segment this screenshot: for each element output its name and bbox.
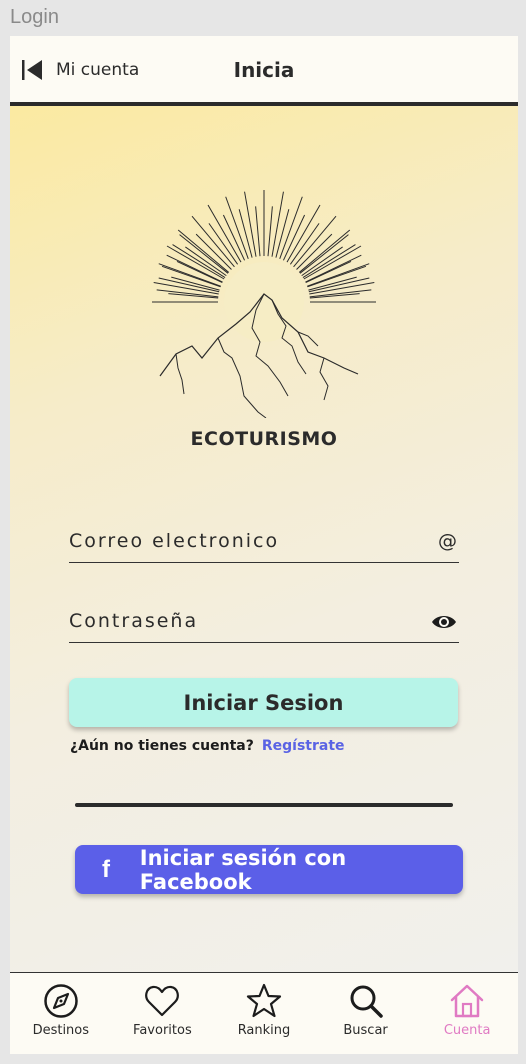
- facebook-login-button[interactable]: f Iniciar sesión con Facebook: [75, 845, 463, 894]
- ecoturismo-logo: [152, 190, 376, 418]
- star-icon: [246, 983, 282, 1018]
- nav-item-buscar[interactable]: Buscar: [316, 973, 416, 1038]
- search-icon: [350, 985, 383, 1018]
- sun-ray: [208, 223, 239, 265]
- heart-icon: [145, 985, 180, 1017]
- sun-ray: [244, 191, 257, 257]
- at-icon: @: [438, 530, 457, 552]
- facebook-button-label: Iniciar sesión con Facebook: [139, 845, 347, 894]
- window-title: Login: [10, 6, 59, 28]
- sun-ray: [166, 245, 225, 280]
- sun-ray: [271, 191, 284, 257]
- login-button[interactable]: Iniciar Sesion: [69, 678, 458, 727]
- sun-ray: [185, 246, 227, 277]
- nav-label-ranking: Ranking: [237, 1023, 291, 1038]
- facebook-icon: f: [102, 855, 110, 883]
- nav-item-cuenta[interactable]: Cuenta: [417, 973, 517, 1038]
- nav-item-favoritos[interactable]: Favoritos: [112, 973, 212, 1038]
- divider: [75, 803, 453, 807]
- sun-ray: [301, 246, 343, 277]
- sun-ray: [286, 204, 321, 263]
- phone-screen: Mi cuenta Inicia ECOTURISMO Correo elect…: [10, 36, 518, 1054]
- password-field[interactable]: Contraseña: [69, 602, 459, 643]
- compass-icon: [44, 984, 78, 1018]
- nav-item-ranking[interactable]: Ranking: [214, 973, 314, 1038]
- sun-ray: [255, 206, 261, 257]
- nav-label-cuenta: Cuenta: [443, 1023, 491, 1038]
- sun-ray: [207, 204, 242, 263]
- top-bar: Mi cuenta Inicia: [10, 36, 518, 106]
- brand-name: ECOTURISMO: [190, 428, 338, 450]
- sun-ray: [267, 206, 273, 257]
- sun-ray: [303, 245, 362, 280]
- sun-ray: [289, 223, 320, 265]
- register-link[interactable]: Regístrate: [262, 738, 345, 754]
- eye-icon[interactable]: [431, 613, 457, 631]
- home-icon: [450, 984, 484, 1018]
- email-label: Correo electronico: [69, 530, 280, 552]
- sun-ray: [309, 289, 372, 298]
- login-content: ECOTURISMO Correo electronico @ Contrase…: [10, 106, 518, 972]
- bottom-nav: Destinos Favoritos Ranking Buscar Cuenta: [10, 972, 518, 1054]
- page-title: Inicia: [233, 58, 295, 82]
- nav-label-destinos: Destinos: [32, 1023, 90, 1038]
- nav-label-buscar: Buscar: [343, 1023, 388, 1038]
- password-label: Contraseña: [69, 610, 199, 632]
- no-account-text: ¿Aún no tienes cuenta?: [70, 738, 254, 754]
- register-prompt: ¿Aún no tienes cuenta? Regístrate: [70, 738, 345, 754]
- nav-label-favoritos: Favoritos: [133, 1023, 192, 1038]
- nav-item-destinos[interactable]: Destinos: [11, 973, 111, 1038]
- sun-ray: [156, 289, 219, 298]
- email-field[interactable]: Correo electronico @: [69, 522, 459, 563]
